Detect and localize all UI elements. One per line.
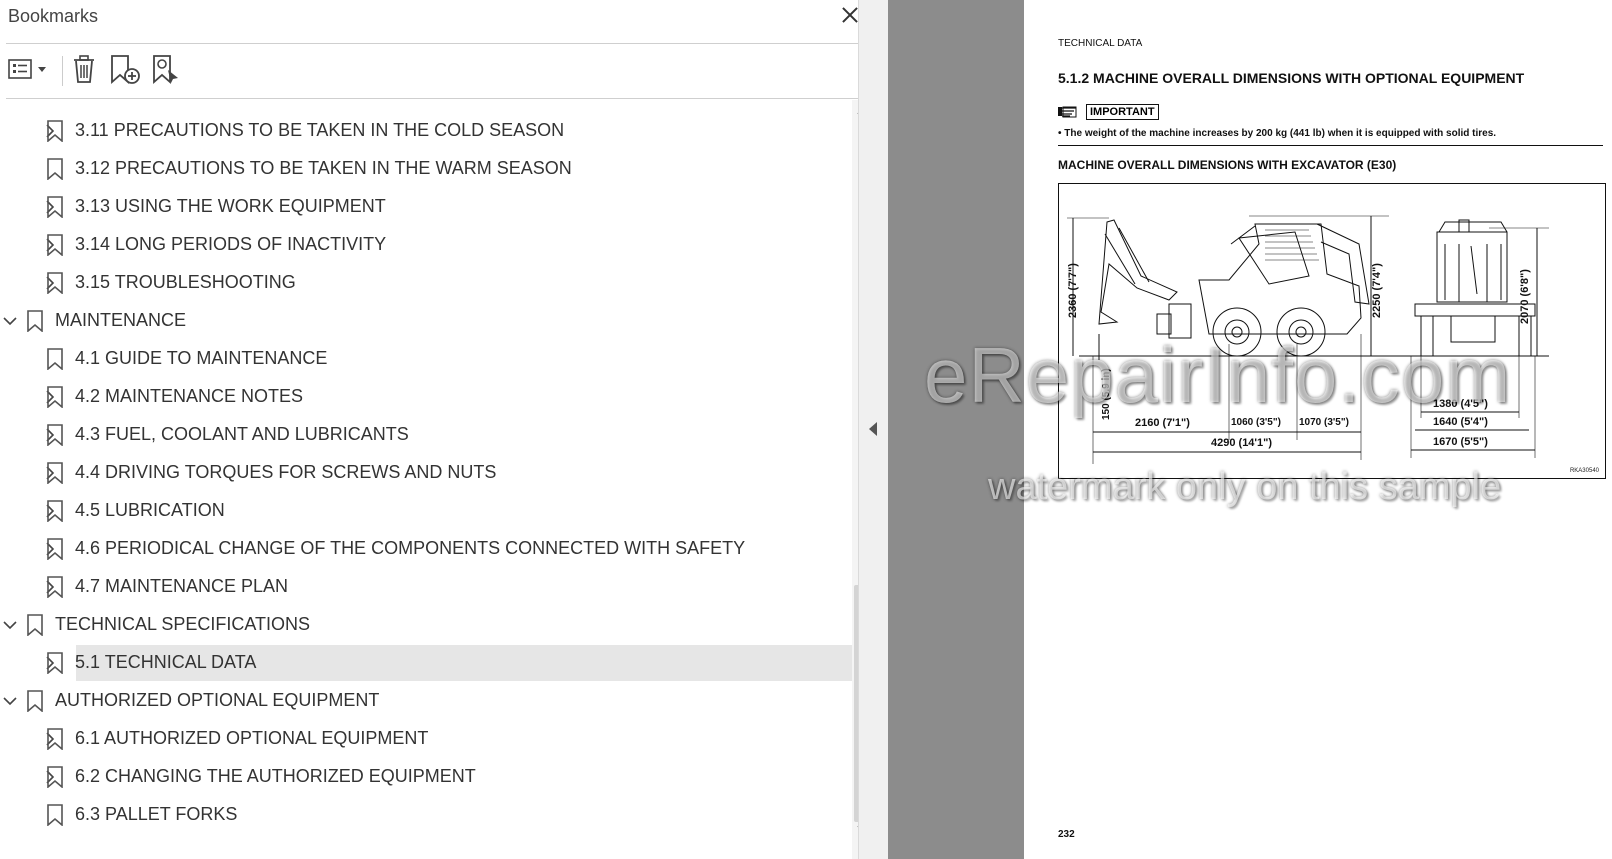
bookmark-item[interactable]: TECHNICAL SPECIFICATIONS (0, 606, 852, 644)
divider (6, 43, 866, 44)
bookmark-item[interactable]: 4.5 LUBRICATION (0, 492, 852, 530)
bookmark-label: 3.13 USING THE WORK EQUIPMENT (75, 196, 386, 216)
bookmark-icon (47, 652, 63, 674)
bookmark-item[interactable]: 3.15 TROUBLESHOOTING (0, 264, 852, 302)
bookmark-icon (47, 348, 63, 370)
important-badge: IMPORTANT (1086, 104, 1159, 120)
bookmark-label: 3.15 TROUBLESHOOTING (75, 272, 296, 292)
bookmark-icon (47, 386, 63, 408)
bookmark-icon (47, 158, 63, 180)
bookmark-icon (27, 614, 43, 636)
find-bookmark-icon[interactable] (150, 52, 186, 88)
bookmark-label: 4.3 FUEL, COOLANT AND LUBRICANTS (75, 424, 409, 444)
dim-width-1670: 1670 (5'5") (1433, 436, 1488, 448)
bookmark-label: 4.6 PERIODICAL CHANGE OF THE COMPONENTS … (75, 538, 746, 558)
trash-icon[interactable] (68, 52, 104, 88)
bookmark-icon (47, 728, 63, 750)
bookmark-item[interactable]: 3.14 LONG PERIODS OF INACTIVITY (0, 226, 852, 264)
bookmarks-panel: Bookmarks 3.11 PRECAUTIONS TO BE TAKEN I… (0, 0, 872, 859)
bookmark-icon (47, 424, 63, 446)
chevron-down-icon[interactable] (2, 693, 18, 709)
bookmark-icon (47, 234, 63, 256)
bookmark-label: MAINTENANCE (55, 310, 187, 330)
bookmark-tree: 3.11 PRECAUTIONS TO BE TAKEN IN THE COLD… (0, 100, 852, 859)
chevron-down-icon[interactable] (2, 313, 18, 329)
bookmark-icon (47, 500, 63, 522)
bookmark-icon (47, 576, 63, 598)
bookmark-item[interactable]: 5.1 TECHNICAL DATA (0, 644, 852, 682)
chevron-down-icon[interactable] (2, 617, 18, 633)
bookmark-label: 4.7 MAINTENANCE PLAN (75, 576, 289, 596)
bookmark-icon (27, 310, 43, 332)
bookmark-icon (47, 804, 63, 826)
page-heading: 5.1.2 MACHINE OVERALL DIMENSIONS WITH OP… (1058, 70, 1525, 86)
bookmark-icon (47, 272, 63, 294)
figure-code: RKA30540 (1569, 468, 1599, 474)
bookmark-item[interactable]: 4.3 FUEL, COOLANT AND LUBRICANTS (0, 416, 852, 454)
divider (1058, 145, 1603, 146)
bookmark-item[interactable]: 4.7 MAINTENANCE PLAN (0, 568, 852, 606)
page-number: 232 (1058, 829, 1075, 840)
bookmark-label: 5.1 TECHNICAL DATA (75, 652, 257, 672)
dim-length-4290: 4290 (14'1") (1211, 437, 1273, 449)
bookmark-label: 4.5 LUBRICATION (75, 500, 225, 520)
bookmark-label: 6.2 CHANGING THE AUTHORIZED EQUIPMENT (75, 766, 476, 786)
pointing-hand-icon (1058, 106, 1077, 118)
bookmark-item[interactable]: 6.1 AUTHORIZED OPTIONAL EQUIPMENT (0, 720, 852, 758)
watermark-subtitle: watermark only on this sample (988, 466, 1502, 508)
toolbar-separator (62, 56, 63, 86)
dim-height-2360: 2360 (7'7") (1067, 263, 1079, 318)
bookmark-label: 3.11 PRECAUTIONS TO BE TAKEN IN THE COLD… (75, 120, 565, 140)
bookmark-icon (47, 196, 63, 218)
divider (6, 98, 866, 99)
bookmark-label: 6.1 AUTHORIZED OPTIONAL EQUIPMENT (75, 728, 429, 748)
bookmark-item[interactable]: 6.2 CHANGING THE AUTHORIZED EQUIPMENT (0, 758, 852, 796)
figure-title: MACHINE OVERALL DIMENSIONS WITH EXCAVATO… (1058, 158, 1397, 172)
bookmark-icon (27, 690, 43, 712)
bookmark-item[interactable]: 4.2 MAINTENANCE NOTES (0, 378, 852, 416)
bookmark-item[interactable]: 3.11 PRECAUTIONS TO BE TAKEN IN THE COLD… (0, 112, 852, 150)
dim-height-2070: 2070 (6'8") (1519, 269, 1531, 324)
bookmark-label: 3.14 LONG PERIODS OF INACTIVITY (75, 234, 387, 254)
watermark-title: eRepairInfo.com (924, 331, 1512, 419)
bookmark-item[interactable]: 4.4 DRIVING TORQUES FOR SCREWS AND NUTS (0, 454, 852, 492)
bookmark-item[interactable]: AUTHORIZED OPTIONAL EQUIPMENT (0, 682, 852, 720)
bookmark-icon (47, 120, 63, 142)
bookmark-item[interactable]: 4.1 GUIDE TO MAINTENANCE (0, 340, 852, 378)
bookmark-label: 4.2 MAINTENANCE NOTES (75, 386, 304, 406)
bookmark-item[interactable]: MAINTENANCE (0, 302, 852, 340)
bookmark-icon (47, 462, 63, 484)
bookmark-label: AUTHORIZED OPTIONAL EQUIPMENT (55, 690, 380, 710)
collapse-panel-icon[interactable] (869, 422, 877, 436)
pdf-page: TECHNICAL DATA 5.1.2 MACHINE OVERALL DIM… (1024, 0, 1612, 859)
bookmark-icon (47, 766, 63, 788)
bookmark-icon (47, 538, 63, 560)
bookmark-label: 4.1 GUIDE TO MAINTENANCE (75, 348, 328, 368)
add-bookmark-icon[interactable] (108, 52, 144, 88)
section-label: TECHNICAL DATA (1058, 38, 1143, 49)
important-note: • The weight of the machine increases by… (1058, 128, 1497, 139)
bookmark-item[interactable]: 4.6 PERIODICAL CHANGE OF THE COMPONENTS … (0, 530, 852, 568)
panel-splitter[interactable] (858, 0, 889, 859)
panel-title: Bookmarks (8, 6, 99, 26)
bookmark-label: 6.3 PALLET FORKS (75, 804, 238, 824)
bookmark-item[interactable]: 6.3 PALLET FORKS (0, 796, 852, 834)
dim-height-2250: 2250 (7'4") (1371, 263, 1383, 318)
bookmark-item[interactable]: 3.13 USING THE WORK EQUIPMENT (0, 188, 852, 226)
bookmark-label: 4.4 DRIVING TORQUES FOR SCREWS AND NUTS (75, 462, 497, 482)
bookmark-item[interactable]: 3.12 PRECAUTIONS TO BE TAKEN IN THE WARM… (0, 150, 852, 188)
bookmark-label: TECHNICAL SPECIFICATIONS (55, 614, 311, 634)
bookmark-label: 3.12 PRECAUTIONS TO BE TAKEN IN THE WARM… (75, 158, 572, 178)
list-options-icon[interactable] (6, 52, 46, 88)
